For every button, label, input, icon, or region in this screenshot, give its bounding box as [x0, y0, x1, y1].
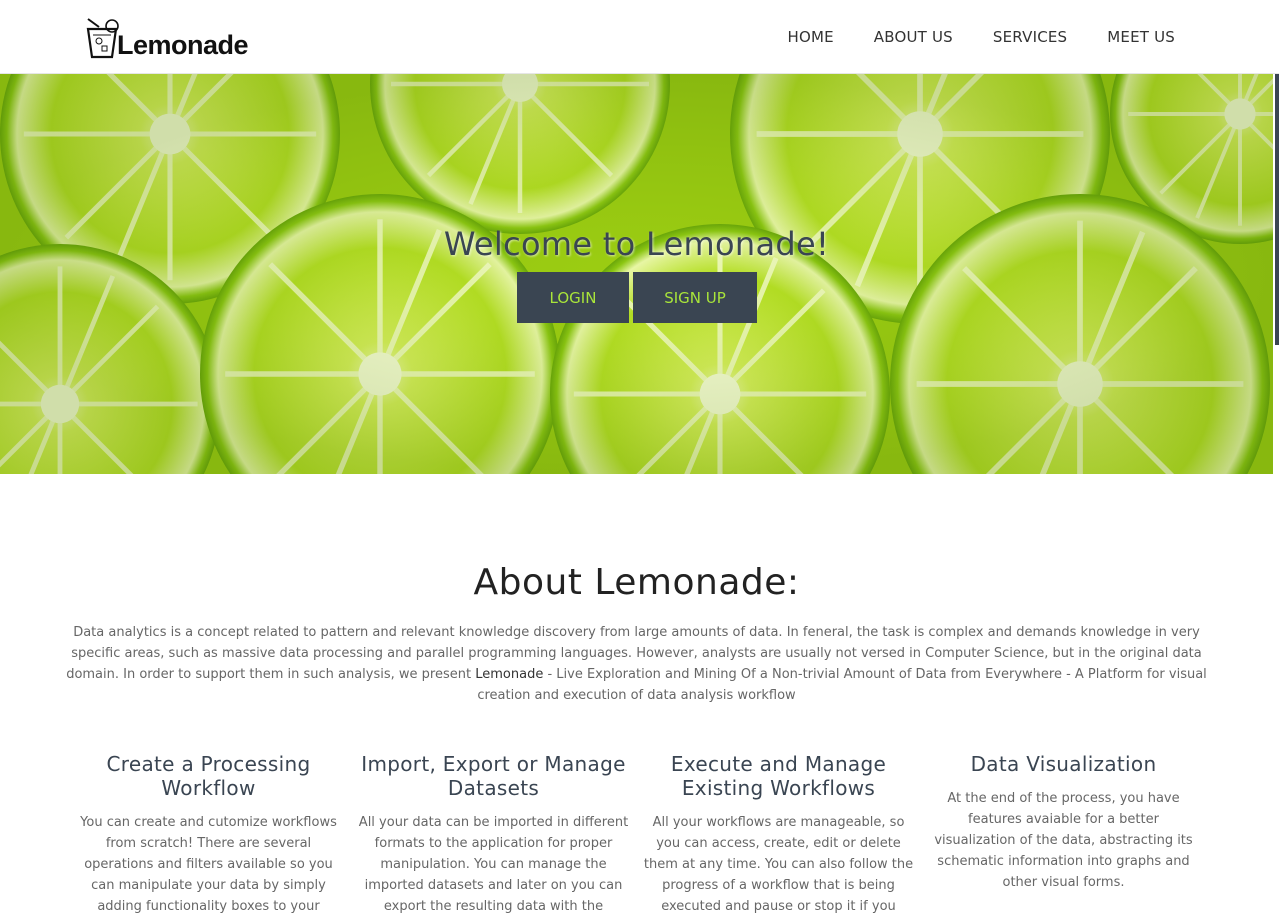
feature-title: Data Visualization — [970, 752, 1157, 776]
about-description: Data analytics is a concept related to p… — [66, 622, 1207, 706]
login-button[interactable]: LOGIN — [517, 272, 629, 323]
feature-text: You can create and cutomize workflows fr… — [80, 815, 337, 914]
feature-execute-workflows: Execute and Manage Existing Workflows Al… — [636, 752, 921, 917]
nav-about-us[interactable]: ABOUT US — [874, 28, 953, 46]
signup-button[interactable]: SIGN UP — [633, 272, 757, 323]
hero-title: Welcome to Lemonade! — [443, 225, 830, 263]
lemonade-glass-icon — [86, 18, 119, 59]
main-nav: HOME ABOUT US SERVICES MEET US — [787, 0, 1175, 74]
about-brand: Lemonade — [475, 667, 544, 682]
hero-buttons: LOGIN SIGN UP — [517, 272, 757, 323]
feature-create-workflow: Create a Processing Workflow You can cre… — [66, 752, 351, 917]
feature-manage-datasets: Import, Export or Manage Datasets All yo… — [351, 752, 636, 917]
feature-text: All your workflows are manageable, so yo… — [643, 815, 914, 914]
site-header: Lemonade HOME ABOUT US SERVICES MEET US — [0, 0, 1279, 74]
logo-text: Lemonade — [117, 30, 249, 60]
nav-home[interactable]: HOME — [787, 28, 833, 46]
feature-text: At the end of the process, you have feat… — [934, 791, 1193, 890]
feature-text: All your data can be imported in differe… — [358, 815, 629, 914]
about-text-after: - Live Exploration and Mining Of a Non-t… — [477, 667, 1207, 703]
feature-title: Import, Export or Manage Datasets — [361, 752, 626, 800]
scrollbar-thumb[interactable] — [1275, 74, 1279, 345]
feature-title: Create a Processing Workflow — [106, 752, 311, 800]
feature-data-visualization: Data Visualization At the end of the pro… — [921, 752, 1206, 917]
about-title: About Lemonade: — [473, 562, 800, 603]
feature-title: Execute and Manage Existing Workflows — [670, 752, 887, 800]
hero-banner: Welcome to Lemonade! LOGIN SIGN UP — [0, 74, 1273, 474]
nav-services[interactable]: SERVICES — [993, 28, 1067, 46]
features-row: Create a Processing Workflow You can cre… — [66, 752, 1207, 917]
logo[interactable]: Lemonade — [85, 17, 249, 60]
nav-meet-us[interactable]: MEET US — [1107, 28, 1175, 46]
